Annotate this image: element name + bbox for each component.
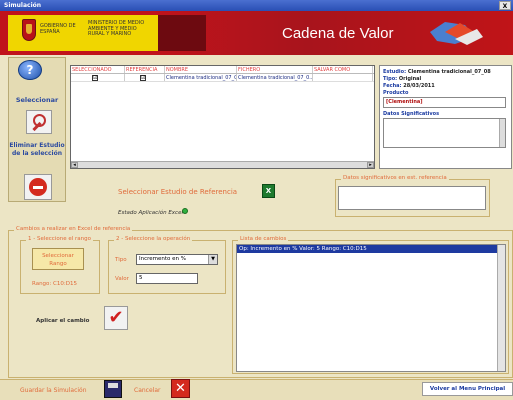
operation-type-value: Incremento en % [139,256,186,262]
value-field-label: Valor [115,276,129,282]
range-group-legend: 1 - Seleccione el rango [26,236,93,242]
application-window: Simulación X GOBIERNO DE ESPAÑA MINISTER… [0,0,513,400]
status-indicator-icon [182,208,188,214]
chevron-down-icon[interactable]: ▼ [208,255,217,264]
date-row: Fecha: 28/03/2011 [383,83,508,90]
apply-change-label: Aplicar el cambio [36,318,90,324]
significant-data-box[interactable] [383,118,506,148]
list-item[interactable]: Op: Incremento en % Valor: 5 Rango: C10:… [237,245,497,253]
column-header[interactable]: REFERENCIA [125,66,165,73]
cancel-label: Cancelar [134,387,161,394]
studies-table[interactable]: SELECCIONADO REFERENCIA NOMBRE FICHERO S… [70,65,375,169]
operation-group [108,240,226,294]
window-close-button[interactable]: X [499,1,511,10]
value-input[interactable]: 5 [136,273,198,284]
remove-study-button[interactable] [24,174,52,200]
decorative-chart-icon [430,22,483,45]
reference-cell: ☑ [125,74,165,81]
select-study-button[interactable] [26,110,52,134]
type-label: Tipo: [383,76,398,82]
file-cell[interactable]: Clementina tradicional_07_0... [237,74,313,81]
column-header[interactable]: FICHERO [237,66,313,73]
government-logo: GOBIERNO DE ESPAÑA MINISTERIO DE MEDIO A… [8,15,158,51]
study-info-panel: Estudio: Clementina tradicional_07_08 Ti… [379,65,512,169]
table-header: SELECCIONADO REFERENCIA NOMBRE FICHERO S… [71,66,374,74]
column-header[interactable]: SALVAR COMO [313,66,373,73]
banner-dark-block [158,15,206,51]
scroll-left-arrow-icon[interactable]: ◂ [71,162,78,168]
reference-data-legend: Datos significativos en est. referencia [341,175,449,181]
date-value: 28/03/2011 [403,83,435,89]
apply-change-button[interactable]: ✔ [104,306,128,330]
save-floppy-icon[interactable] [104,380,122,398]
select-reference-link[interactable]: Seleccionar Estudio de Referencia [118,188,237,196]
column-header[interactable]: SELECCIONADO [71,66,125,73]
save-as-cell[interactable] [313,74,373,81]
changes-list-scrollbar[interactable] [497,245,505,371]
window-title: Simulación [4,2,42,9]
changes-list[interactable]: Op: Incremento en % Valor: 5 Rango: C10:… [236,244,506,372]
remove-study-label: Eliminar Estudio de la selección [9,142,65,157]
product-value: [Clementina] [383,97,506,108]
study-value: Clementina tradicional_07_08 [407,69,491,75]
back-to-main-menu-button[interactable]: Volver al Menu Principal [422,382,513,396]
type-row: Tipo: Original [383,76,508,83]
range-value: Rango: C10:D15 [32,281,77,287]
type-value: Original [398,76,422,82]
name-cell[interactable]: Clementina tradicional_07_08 [165,74,237,81]
coat-of-arms-icon [22,19,36,41]
select-range-button[interactable]: Seleccionar Rango [32,248,84,270]
title-bar: Simulación X [0,0,513,11]
save-simulation-label: Guardar la Simulación [20,387,87,394]
type-field-label: Tipo [115,257,127,263]
scroll-right-arrow-icon[interactable]: ▸ [367,162,374,168]
horizontal-scrollbar[interactable]: ◂ ▸ [71,161,374,168]
changes-list-legend: Lista de cambios [238,236,289,242]
significant-data-scrollbar[interactable] [499,119,505,147]
operation-type-select[interactable]: Incremento en % ▼ [136,254,218,265]
column-header[interactable]: NOMBRE [165,66,237,73]
study-label: Estudio: [383,69,407,75]
changes-legend: Cambios a realizar en Excel de referenci… [14,226,133,232]
study-row: Estudio: Clementina tradicional_07_08 [383,69,508,76]
selected-checkbox[interactable]: ☑ [92,75,98,81]
app-title: Cadena de Valor [282,25,394,42]
product-label: Producto [383,90,409,96]
date-label: Fecha: [383,83,402,89]
cancel-button[interactable]: ✕ [171,379,190,398]
reference-checkbox[interactable]: ☑ [140,75,146,81]
reference-data-box[interactable] [338,186,486,210]
table-row[interactable]: ☑ ☑ Clementina tradicional_07_08 Clement… [71,74,374,82]
government-text: GOBIERNO DE ESPAÑA [40,23,76,35]
help-icon[interactable]: ? [18,60,42,80]
significant-data-label: Datos Significativos [383,111,440,117]
selected-cell: ☑ [71,74,125,81]
excel-status-label: Estado Aplicación Excel [118,210,183,216]
excel-icon[interactable]: X [262,184,275,198]
operation-group-legend: 2 - Seleccione la operación [114,236,193,242]
ministry-text: MINISTERIO DE MEDIO AMBIENTE Y MEDIO RUR… [88,20,145,37]
select-label: Seleccionar [15,96,59,104]
